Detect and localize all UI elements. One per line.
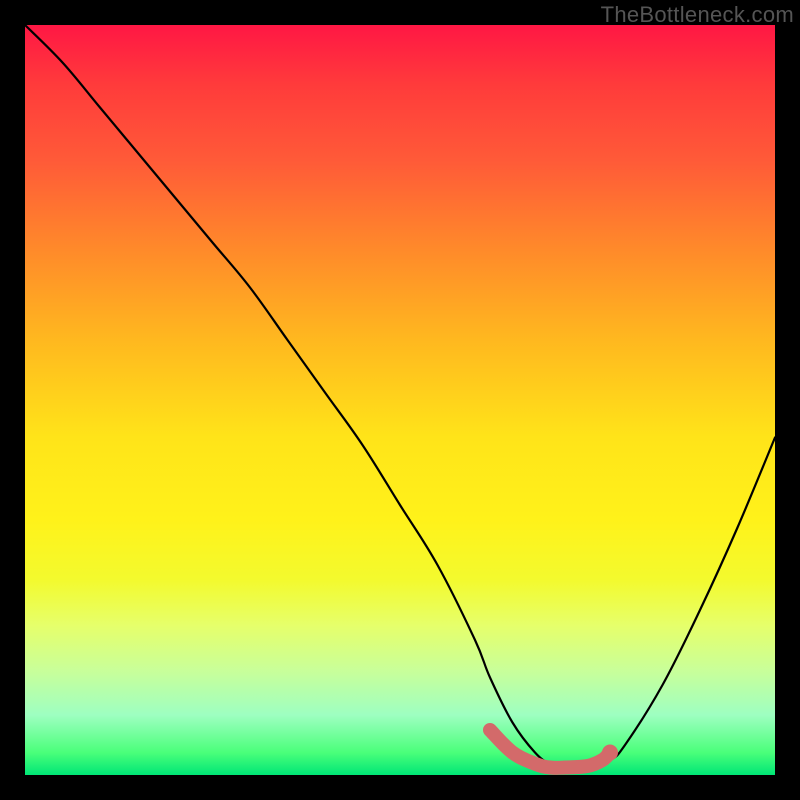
chart-svg	[25, 25, 775, 775]
optimal-range-highlight	[490, 730, 610, 768]
plot-area	[25, 25, 775, 775]
chart-frame: TheBottleneck.com	[0, 0, 800, 800]
optimal-point-marker	[602, 745, 618, 761]
watermark-text: TheBottleneck.com	[601, 2, 794, 28]
bottleneck-curve	[25, 25, 775, 768]
